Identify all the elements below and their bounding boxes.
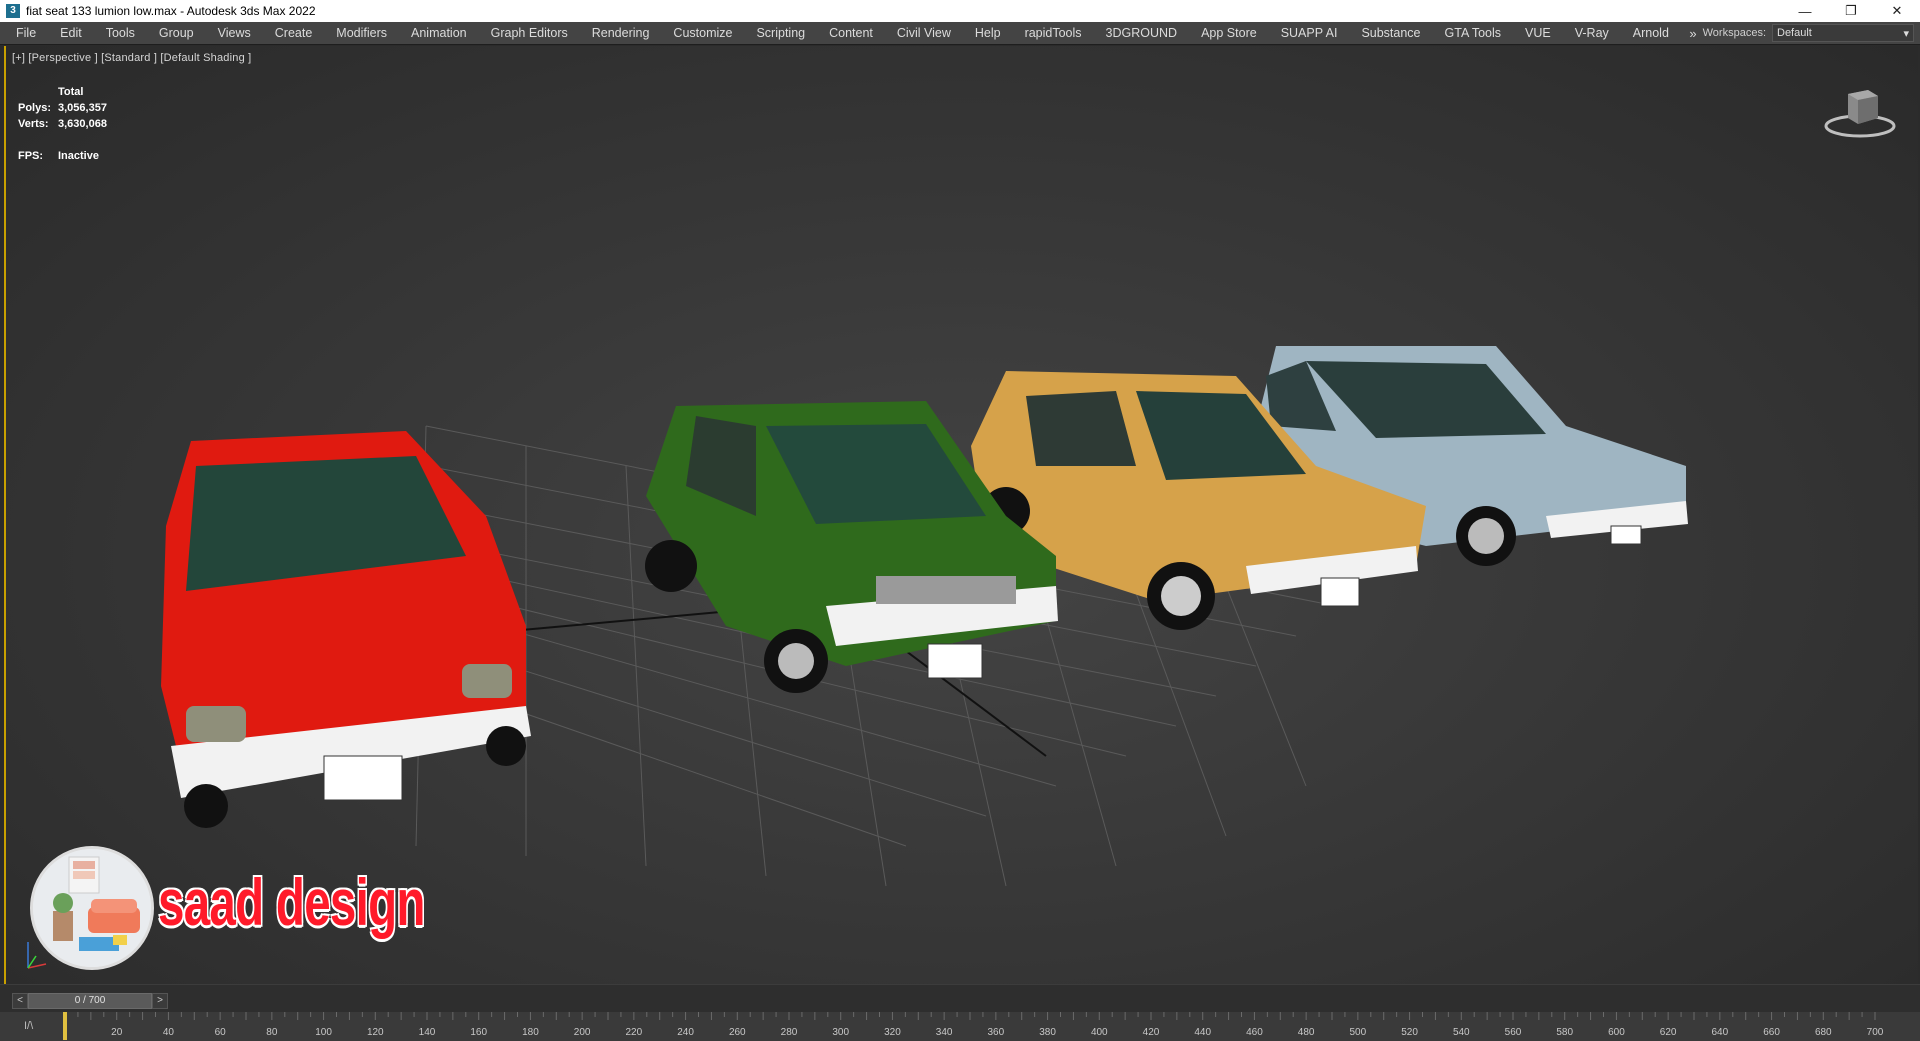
frame-label: 420 — [1143, 1027, 1160, 1038]
frame-label: 440 — [1194, 1027, 1211, 1038]
frame-label: 200 — [574, 1027, 591, 1038]
stats-fps-label: FPS: — [18, 150, 44, 162]
frame-label: 460 — [1246, 1027, 1263, 1038]
menu-v-ray[interactable]: V-Ray — [1563, 22, 1621, 44]
viewport-label[interactable]: [+] [Perspective ] [Standard ] [Default … — [12, 52, 251, 64]
menu-edit[interactable]: Edit — [48, 22, 94, 44]
frame-label: 180 — [522, 1027, 539, 1038]
viewcube-icon[interactable] — [1820, 84, 1900, 144]
stats-verts-label: Verts: — [18, 118, 49, 130]
frame-label: 360 — [988, 1027, 1005, 1038]
menu-create[interactable]: Create — [263, 22, 325, 44]
window-title: fiat seat 133 lumion low.max - Autodesk … — [26, 4, 316, 18]
title-bar: 3 fiat seat 133 lumion low.max - Autodes… — [0, 0, 1920, 22]
frame-label: 680 — [1815, 1027, 1832, 1038]
menu-file[interactable]: File — [0, 22, 48, 44]
frame-label: 700 — [1867, 1027, 1884, 1038]
frame-label: 380 — [1039, 1027, 1056, 1038]
frame-label: 300 — [832, 1027, 849, 1038]
frame-label: 280 — [781, 1027, 798, 1038]
frame-label: 160 — [470, 1027, 487, 1038]
menu-group[interactable]: Group — [147, 22, 206, 44]
perspective-viewport[interactable]: [+] [Perspective ] [Standard ] [Default … — [4, 46, 1918, 984]
menu-3dground[interactable]: 3DGROUND — [1094, 22, 1190, 44]
next-frame-button[interactable]: > — [152, 993, 168, 1009]
car-red[interactable] — [161, 431, 531, 828]
menu-overflow-icon[interactable]: » — [1683, 26, 1702, 41]
workspaces-value: Default — [1777, 27, 1812, 39]
stats-polys-label: Polys: — [18, 102, 52, 114]
track-bar[interactable]: I/\ 20 40 60 80 100 120 140 160 180 200 220 240 260 2… — [0, 1012, 1920, 1041]
frame-label: 340 — [936, 1027, 953, 1038]
frame-label: 320 — [884, 1027, 901, 1038]
frame-label: 600 — [1608, 1027, 1625, 1038]
menu-views[interactable]: Views — [206, 22, 263, 44]
workspaces-select[interactable]: Default ▾ — [1772, 24, 1914, 42]
menu-modifiers[interactable]: Modifiers — [324, 22, 399, 44]
stats-polys-value: 3,056,357 — [58, 102, 107, 114]
menu-customize[interactable]: Customize — [661, 22, 744, 44]
frame-label: 540 — [1453, 1027, 1470, 1038]
prev-frame-button[interactable]: < — [12, 993, 28, 1009]
frame-label: 640 — [1712, 1027, 1729, 1038]
menu-suapp-ai[interactable]: SUAPP AI — [1269, 22, 1350, 44]
frame-ruler[interactable]: 20 40 60 80 100 120 140 160 180 200 220 240 260 280 30… — [60, 1012, 1920, 1041]
menu-civil-view[interactable]: Civil View — [885, 22, 963, 44]
frame-label: 260 — [729, 1027, 746, 1038]
restore-button[interactable]: ❐ — [1828, 0, 1874, 22]
app-icon: 3 — [6, 4, 20, 18]
menu-help[interactable]: Help — [963, 22, 1013, 44]
menu-bar: File Edit Tools Group Views Create Modif… — [0, 22, 1920, 45]
workspaces-label: Workspaces: — [1702, 27, 1766, 39]
viewport-statistics: Total Polys: 3,056,357 Verts: 3,630,068 FP… — [18, 84, 107, 164]
menu-substance[interactable]: Substance — [1349, 22, 1432, 44]
menu-vue[interactable]: VUE — [1513, 22, 1563, 44]
frame-label: 500 — [1350, 1027, 1367, 1038]
living-room-logo-icon — [33, 849, 151, 967]
axis-tripod-icon — [27, 942, 47, 969]
frame-label: 220 — [626, 1027, 643, 1038]
time-slider: < 0 / 700 > — [0, 984, 1920, 1013]
menu-graph-editors[interactable]: Graph Editors — [479, 22, 580, 44]
watermark-text: saad design — [158, 865, 425, 939]
stats-fps-value: Inactive — [58, 150, 99, 162]
frame-label: 400 — [1091, 1027, 1108, 1038]
time-slider-thumb[interactable]: 0 / 700 — [28, 993, 152, 1009]
menu-arnold[interactable]: Arnold — [1621, 22, 1681, 44]
frame-label: 240 — [677, 1027, 694, 1038]
frame-label: 580 — [1556, 1027, 1573, 1038]
curve-editor-icon[interactable]: I/\ — [24, 1020, 33, 1032]
frame-label: 140 — [419, 1027, 436, 1038]
frame-label: 620 — [1660, 1027, 1677, 1038]
minimize-button[interactable]: — — [1782, 0, 1828, 22]
frame-label: 520 — [1401, 1027, 1418, 1038]
frame-label: 660 — [1763, 1027, 1780, 1038]
menu-animation[interactable]: Animation — [399, 22, 479, 44]
viewport-scene — [161, 346, 1688, 887]
menu-scripting[interactable]: Scripting — [744, 22, 817, 44]
close-button[interactable]: ✕ — [1874, 0, 1920, 22]
menu-rapidtools[interactable]: rapidTools — [1013, 22, 1094, 44]
current-frame-marker[interactable] — [63, 1012, 67, 1040]
frame-label: 100 — [315, 1027, 332, 1038]
frame-label: 480 — [1298, 1027, 1315, 1038]
frame-label: 80 — [266, 1027, 278, 1038]
frame-label: 60 — [215, 1027, 227, 1038]
menu-content[interactable]: Content — [817, 22, 885, 44]
menu-tools[interactable]: Tools — [94, 22, 147, 44]
stats-verts-value: 3,630,068 — [58, 118, 107, 130]
frame-label: 40 — [163, 1027, 175, 1038]
menu-app-store[interactable]: App Store — [1189, 22, 1269, 44]
frame-label: 560 — [1505, 1027, 1522, 1038]
stats-total-label: Total — [58, 86, 84, 98]
menu-gta-tools[interactable]: GTA Tools — [1433, 22, 1514, 44]
chevron-down-icon: ▾ — [1903, 27, 1909, 40]
frame-label: 20 — [111, 1027, 123, 1038]
frame-label: 120 — [367, 1027, 384, 1038]
menu-rendering[interactable]: Rendering — [580, 22, 662, 44]
